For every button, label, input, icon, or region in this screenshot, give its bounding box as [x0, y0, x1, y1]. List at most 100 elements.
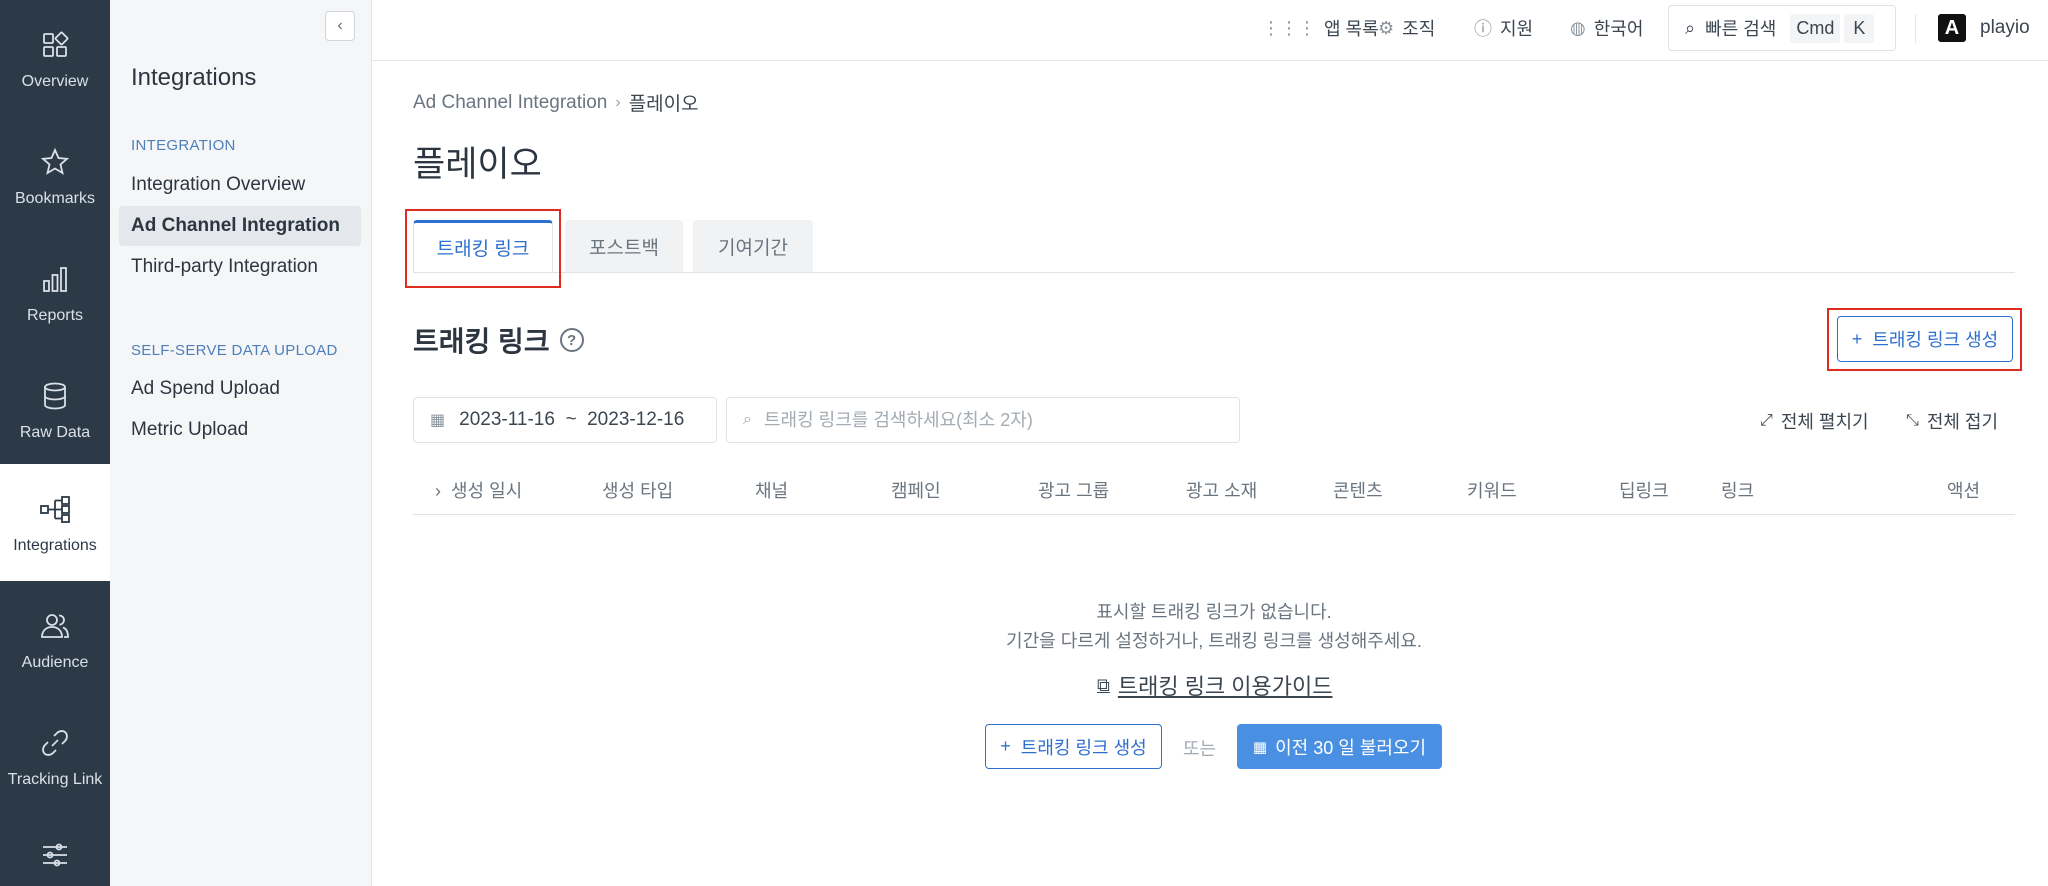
expand-icon: ⤢ — [1760, 412, 1773, 429]
expand-all-button[interactable]: ⤢ 전체 펼치기 — [1760, 408, 1869, 434]
calendar-icon: ▦ — [430, 412, 446, 429]
shortcut-cmd: Cmd — [1790, 13, 1841, 43]
external-link-icon: ⧉ — [1097, 674, 1110, 695]
icon-rail: Overview Bookmarks Reports Raw Data Inte… — [0, 0, 110, 886]
load-previous-label: 이전 30 일 불러오기 — [1275, 737, 1427, 758]
sidebar-item-ad-spend-upload[interactable]: Ad Spend Upload — [119, 369, 361, 409]
app-list-label: 앱 목록 — [1324, 19, 1379, 39]
help-icon[interactable]: ? — [559, 328, 584, 352]
page-title: 플레이오 — [413, 145, 542, 184]
org-label: 조직 — [1402, 19, 1436, 39]
rail-item-settings[interactable] — [0, 815, 110, 886]
column-label: 생성 일시 — [451, 481, 523, 501]
column-created-type: 생성 타입 — [602, 481, 674, 501]
language-label: 한국어 — [1593, 19, 1644, 39]
tab-tracking-link[interactable]: 트래킹 링크 — [413, 220, 553, 272]
grid-icon: ⋮⋮⋮ — [1262, 17, 1316, 38]
or-text: 또는 — [1183, 739, 1217, 759]
column-action: 액션 — [1947, 481, 1981, 501]
quick-search-button[interactable]: ⌕ 빠른 검색 Cmd K — [1668, 5, 1896, 51]
sidebar-item-metric-upload[interactable]: Metric Upload — [119, 410, 361, 450]
column-content: 콘텐츠 — [1333, 481, 1383, 501]
shortcut-k: K — [1844, 13, 1875, 43]
section-title-text: 트래킹 링크 — [413, 326, 550, 357]
rail-item-overview[interactable]: Overview — [0, 0, 110, 117]
rail-item-label: Overview — [21, 72, 89, 90]
breadcrumb: Ad Channel Integration › 플레이오 — [413, 89, 699, 116]
section-title: 트래킹 링크 ? — [413, 320, 584, 360]
gear-icon: ⚙ — [1378, 17, 1395, 38]
column-created-at[interactable]: › 생성 일시 — [435, 477, 522, 503]
app-list-menu[interactable]: ⋮⋮⋮ 앱 목록 — [1262, 15, 1379, 41]
collapse-all-button[interactable]: ⤡ 전체 접기 — [1906, 408, 1998, 434]
rail-item-label: Raw Data — [19, 423, 91, 441]
expand-all-label: 전체 펼치기 — [1780, 412, 1869, 432]
globe-icon: ◍ — [1570, 17, 1586, 38]
rail-item-label: Reports — [26, 306, 84, 324]
sidebar-title: Integrations — [131, 64, 257, 91]
empty-create-tracking-link-button[interactable]: + 트래킹 링크 생성 — [985, 724, 1162, 769]
search-icon: ⌕ — [743, 411, 752, 428]
empty-message: 표시할 트래킹 링크가 없습니다. — [1096, 602, 1332, 622]
rail-item-tracking-link[interactable]: Tracking Link — [0, 698, 110, 815]
calendar-icon: ▦ — [1252, 738, 1268, 756]
column-link: 링크 — [1721, 481, 1755, 501]
bar-chart-icon — [37, 261, 73, 297]
sidebar-section-integration: INTEGRATION — [131, 137, 236, 154]
rail-item-audience[interactable]: Audience — [0, 581, 110, 698]
rail-item-label: Audience — [21, 653, 89, 671]
date-range-value: 2023-11-16 ~ 2023-12-16 — [459, 409, 685, 430]
brand-name: playio — [1980, 17, 2030, 38]
overview-icon — [37, 27, 73, 63]
sidebar-item-ad-channel-integration[interactable]: Ad Channel Integration — [119, 206, 361, 246]
collapse-all-label: 전체 접기 — [1926, 412, 1999, 432]
language-menu[interactable]: ◍ 한국어 — [1570, 15, 1643, 41]
rail-item-raw-data[interactable]: Raw Data — [0, 351, 110, 468]
support-label: 지원 — [1500, 19, 1534, 39]
load-previous-30-days-button[interactable]: ▦ 이전 30 일 불러오기 — [1237, 724, 1442, 769]
date-range-picker[interactable]: ▦ 2023-11-16 ~ 2023-12-16 — [413, 397, 717, 443]
rail-item-reports[interactable]: Reports — [0, 234, 110, 351]
tab-postback[interactable]: 포스트백 — [565, 220, 683, 272]
chevron-left-icon: ‹ — [337, 17, 343, 34]
column-channel: 채널 — [755, 481, 789, 501]
column-keyword: 키워드 — [1467, 481, 1517, 501]
rail-item-integrations[interactable]: Integrations — [0, 464, 110, 581]
help-circle-icon: ⓘ — [1474, 19, 1492, 39]
sidebar-item-third-party-integration[interactable]: Third-party Integration — [119, 247, 361, 287]
search-icon: ⌕ — [1685, 17, 1696, 38]
plus-icon: + — [1000, 736, 1011, 756]
collapse-sidebar-button[interactable]: ‹ — [325, 11, 355, 41]
rail-item-label: Integrations — [13, 536, 97, 554]
integrations-icon — [37, 491, 73, 527]
tab-attribution-window[interactable]: 기여기간 — [693, 220, 813, 272]
topbar-divider — [1915, 14, 1916, 44]
sidebar-section-data-upload: SELF-SERVE DATA UPLOAD — [131, 342, 338, 359]
table-header: › 생성 일시 생성 타입 채널 캠페인 광고 그룹 광고 소재 콘텐츠 키워드 … — [413, 465, 2015, 515]
rail-item-label: Tracking Link — [7, 770, 103, 788]
breadcrumb-parent[interactable]: Ad Channel Integration — [413, 92, 607, 114]
org-menu[interactable]: ⚙ 조직 — [1378, 15, 1435, 41]
account-menu[interactable]: A playio — [1938, 14, 2030, 42]
column-campaign: 캠페인 — [891, 481, 941, 501]
sliders-icon — [37, 837, 73, 873]
create-tracking-link-button[interactable]: + 트래킹 링크 생성 — [1837, 316, 2013, 362]
collapse-icon: ⤡ — [1906, 412, 1919, 429]
users-icon — [37, 608, 73, 644]
link-icon — [37, 725, 73, 761]
chevron-right-icon: › — [435, 481, 441, 501]
support-menu[interactable]: ⓘ 지원 — [1474, 15, 1533, 41]
column-creative: 광고 소재 — [1186, 481, 1258, 501]
database-icon — [37, 378, 73, 414]
column-deeplink: 딥링크 — [1619, 481, 1669, 501]
quick-search-label: 빠른 검색 — [1705, 19, 1777, 39]
sidebar-item-integration-overview[interactable]: Integration Overview — [119, 165, 361, 205]
tracking-link-search-input[interactable] — [763, 409, 1204, 431]
column-ad-group: 광고 그룹 — [1038, 481, 1110, 501]
tracking-link-guide-link[interactable]: ⧉ 트래킹 링크 이용가이드 — [1097, 669, 1333, 701]
tabs-divider — [413, 272, 2015, 273]
rail-item-bookmarks[interactable]: Bookmarks — [0, 117, 110, 234]
create-tracking-link-label: 트래킹 링크 생성 — [1872, 330, 1999, 350]
tracking-link-search[interactable]: ⌕ — [726, 397, 1240, 443]
brand-logo: A — [1938, 14, 1966, 42]
